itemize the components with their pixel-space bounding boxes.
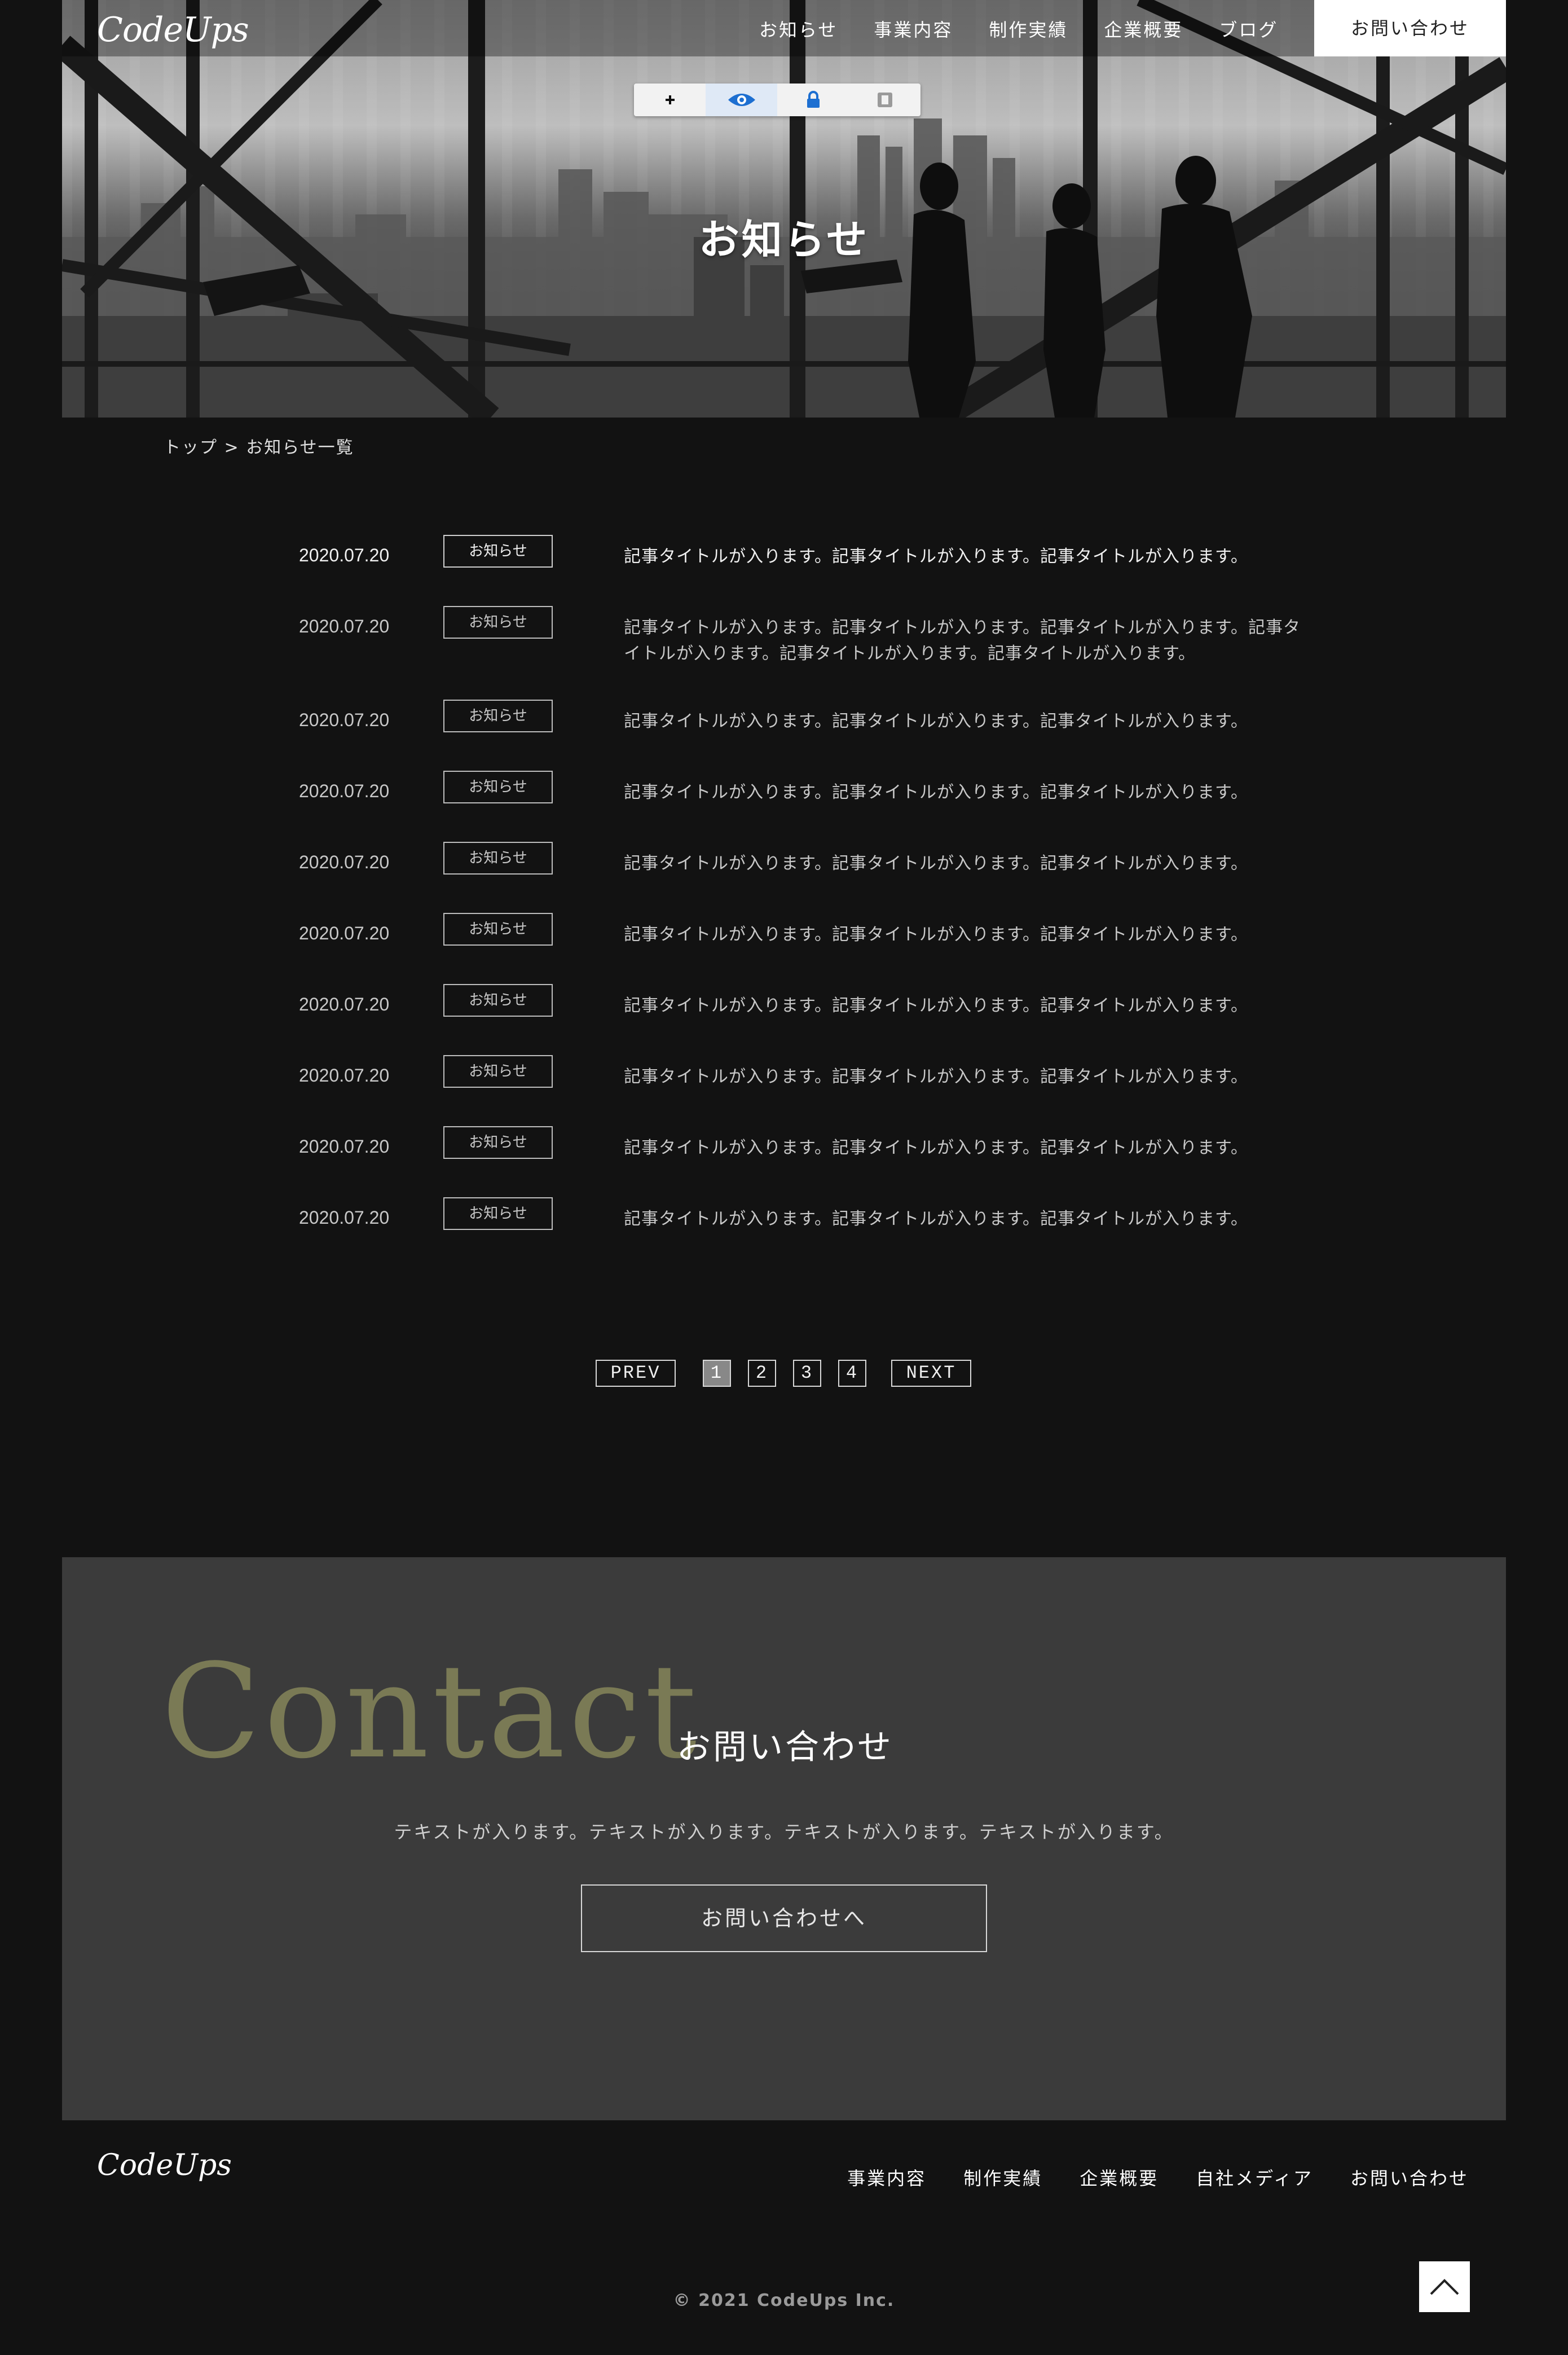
news-date: 2020.07.20 <box>299 545 390 565</box>
plus-icon <box>665 95 675 104</box>
news-item[interactable]: 2020.07.20 お知らせ 記事タイトルが入ります。記事タイトルが入ります。… <box>0 606 1568 668</box>
nav-item-works[interactable]: 制作実績 <box>989 16 1068 42</box>
pagination-page-1[interactable]: 1 <box>703 1360 731 1387</box>
news-item[interactable]: 2020.07.20 お知らせ 記事タイトルが入ります。記事タイトルが入ります。… <box>0 771 1568 833</box>
news-date: 2020.07.20 <box>299 1136 390 1157</box>
news-date: 2020.07.20 <box>299 1207 390 1228</box>
news-category-tag[interactable]: お知らせ <box>443 606 553 639</box>
contact-description: テキストが入ります。テキストが入ります。テキストが入ります。テキストが入ります。 <box>394 1821 1174 1843</box>
toolbar-plus-button[interactable] <box>634 84 706 116</box>
news-item[interactable]: 2020.07.20 お知らせ 記事タイトルが入ります。記事タイトルが入ります。… <box>0 913 1568 975</box>
footer-nav-contact[interactable]: お問い合わせ <box>1350 2164 1469 2190</box>
nav-item-blog[interactable]: ブログ <box>1219 16 1278 42</box>
toolbar-eye-button[interactable] <box>706 84 777 116</box>
breadcrumb[interactable]: トップ > お知らせ一覧 <box>164 433 354 458</box>
footer-nav-works[interactable]: 制作実績 <box>963 2164 1042 2190</box>
toolbar-square-button[interactable] <box>849 84 920 116</box>
news-title[interactable]: 記事タイトルが入ります。記事タイトルが入ります。記事タイトルが入ります。 <box>624 851 1248 877</box>
eye-icon <box>728 94 755 106</box>
news-item[interactable]: 2020.07.20 お知らせ 記事タイトルが入ります。記事タイトルが入ります。… <box>0 984 1568 1046</box>
news-title[interactable]: 記事タイトルが入ります。記事タイトルが入ります。記事タイトルが入ります。記事タイ… <box>624 615 1301 667</box>
pagination-page-3[interactable]: 3 <box>793 1360 821 1387</box>
footer-nav-services[interactable]: 事業内容 <box>847 2164 926 2190</box>
news-title[interactable]: 記事タイトルが入ります。記事タイトルが入ります。記事タイトルが入ります。 <box>624 780 1248 806</box>
news-title[interactable]: 記事タイトルが入ります。記事タイトルが入ります。記事タイトルが入ります。 <box>624 1064 1248 1090</box>
nav-item-company[interactable]: 企業概要 <box>1104 16 1183 42</box>
news-category-tag[interactable]: お知らせ <box>443 842 553 875</box>
news-title[interactable]: 記事タイトルが入ります。記事タイトルが入ります。記事タイトルが入ります。 <box>624 993 1248 1019</box>
news-date: 2020.07.20 <box>299 852 390 872</box>
lock-icon <box>807 91 820 108</box>
news-category-tag[interactable]: お知らせ <box>443 1197 553 1230</box>
header-contact-button[interactable]: お問い合わせ <box>1314 0 1506 56</box>
news-item[interactable]: 2020.07.20 お知らせ 記事タイトルが入ります。記事タイトルが入ります。… <box>0 1197 1568 1259</box>
news-category-tag[interactable]: お知らせ <box>443 913 553 946</box>
news-category-tag[interactable]: お知らせ <box>443 984 553 1017</box>
news-item[interactable]: 2020.07.20 お知らせ 記事タイトルが入ります。記事タイトルが入ります。… <box>0 842 1568 904</box>
news-date: 2020.07.20 <box>299 923 390 943</box>
news-date: 2020.07.20 <box>299 781 390 801</box>
news-item[interactable]: 2020.07.20 お知らせ 記事タイトルが入ります。記事タイトルが入ります。… <box>0 535 1568 597</box>
news-category-tag[interactable]: お知らせ <box>443 535 553 568</box>
contact-heading-ja: お問い合わせ <box>677 1728 893 1767</box>
floating-toolbar <box>634 84 920 116</box>
news-category-tag[interactable]: お知らせ <box>443 1055 553 1088</box>
page-title: お知らせ <box>698 216 870 264</box>
contact-section: Contact お問い合わせ テキストが入ります。テキストが入ります。テキストが… <box>62 1557 1506 2120</box>
pagination-page-4[interactable]: 4 <box>838 1360 866 1387</box>
news-title[interactable]: 記事タイトルが入ります。記事タイトルが入ります。記事タイトルが入ります。 <box>624 922 1248 948</box>
square-icon <box>877 93 892 107</box>
nav-item-services[interactable]: 事業内容 <box>874 16 953 42</box>
news-title[interactable]: 記事タイトルが入ります。記事タイトルが入ります。記事タイトルが入ります。 <box>624 1206 1248 1232</box>
global-nav: お知らせ 事業内容 制作実績 企業概要 ブログ <box>759 16 1314 42</box>
footer-nav: 事業内容 制作実績 企業概要 自社メディア お問い合わせ <box>810 2164 1469 2190</box>
toolbar-lock-button[interactable] <box>777 84 849 116</box>
contact-heading-en: Contact <box>161 1637 701 1787</box>
news-date: 2020.07.20 <box>299 616 390 636</box>
news-category-tag[interactable]: お知らせ <box>443 700 553 732</box>
news-item[interactable]: 2020.07.20 お知らせ 記事タイトルが入ります。記事タイトルが入ります。… <box>0 700 1568 762</box>
news-item[interactable]: 2020.07.20 お知らせ 記事タイトルが入ります。記事タイトルが入ります。… <box>0 1055 1568 1117</box>
pagination-next-button[interactable]: NEXT <box>891 1360 971 1387</box>
copyright: © 2021 CodeUps Inc. <box>673 2291 895 2310</box>
footer-nav-media[interactable]: 自社メディア <box>1196 2164 1313 2190</box>
news-category-tag[interactable]: お知らせ <box>443 1126 553 1159</box>
news-date: 2020.07.20 <box>299 994 390 1014</box>
footer-logo[interactable]: CodeUps <box>97 2149 232 2182</box>
news-title[interactable]: 記事タイトルが入ります。記事タイトルが入ります。記事タイトルが入ります。 <box>624 544 1248 570</box>
news-category-tag[interactable]: お知らせ <box>443 771 553 803</box>
pagination-prev-button[interactable]: PREV <box>596 1360 676 1387</box>
pagination-page-2[interactable]: 2 <box>748 1360 776 1387</box>
news-title[interactable]: 記事タイトルが入ります。記事タイトルが入ります。記事タイトルが入ります。 <box>624 709 1248 735</box>
news-date: 2020.07.20 <box>299 1065 390 1086</box>
contact-button[interactable]: お問い合わせへ <box>581 1884 987 1952</box>
site-logo[interactable]: CodeUps <box>97 10 249 50</box>
news-date: 2020.07.20 <box>299 710 390 730</box>
news-item[interactable]: 2020.07.20 お知らせ 記事タイトルが入ります。記事タイトルが入ります。… <box>0 1126 1568 1188</box>
news-title[interactable]: 記事タイトルが入ります。記事タイトルが入ります。記事タイトルが入ります。 <box>624 1135 1248 1161</box>
footer-nav-company[interactable]: 企業概要 <box>1080 2164 1159 2190</box>
nav-item-news[interactable]: お知らせ <box>759 16 838 42</box>
site-header: CodeUps お知らせ 事業内容 制作実績 企業概要 ブログ お問い合わせ <box>62 0 1506 56</box>
hero: CodeUps お知らせ 事業内容 制作実績 企業概要 ブログ お問い合わせ お… <box>62 0 1506 418</box>
